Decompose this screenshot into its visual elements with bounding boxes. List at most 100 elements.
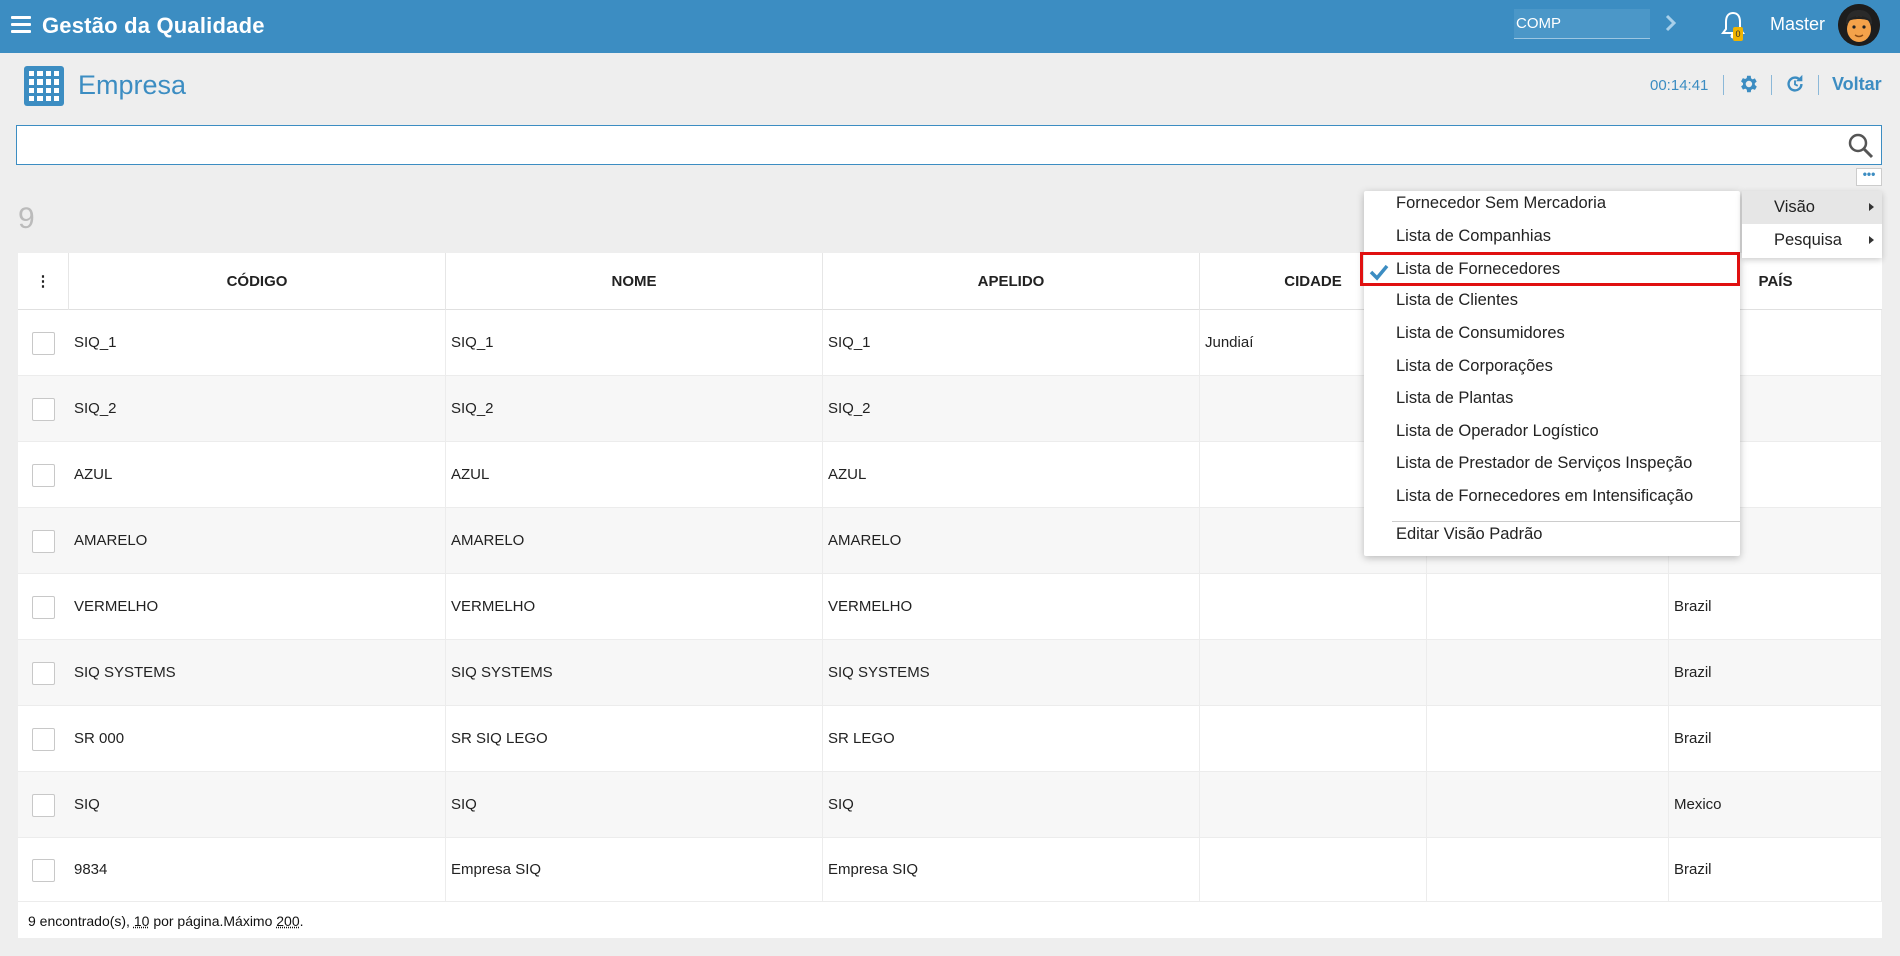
row-checkbox[interactable]: [32, 529, 55, 553]
visao-option[interactable]: Lista de Corporações: [1396, 357, 1553, 376]
cell-apelido: Empresa SIQ: [823, 838, 1200, 901]
menu-icon[interactable]: [11, 16, 31, 34]
cell-pais: Brazil: [1669, 574, 1882, 639]
per-page-link[interactable]: 10: [134, 913, 150, 929]
divider: [1723, 75, 1724, 95]
cell-codigo: AMARELO: [69, 508, 446, 573]
cell-nome: AZUL: [446, 442, 823, 507]
cell-codigo: SIQ_2: [69, 376, 446, 441]
cell-apelido: SIQ: [823, 772, 1200, 837]
cell-estado: [1427, 574, 1669, 639]
top-bar: Gestão da Qualidade COMP 0 Master: [0, 0, 1900, 53]
divider: [1771, 75, 1772, 95]
search-input[interactable]: [17, 126, 1817, 162]
row-checkbox[interactable]: [32, 331, 55, 355]
cell-nome: AMARELO: [446, 508, 823, 573]
cell-nome: SIQ_2: [446, 376, 823, 441]
session-timer: 00:14:41: [1650, 77, 1709, 94]
cell-estado: [1427, 838, 1669, 901]
building-icon: [24, 66, 64, 106]
row-checkbox[interactable]: [32, 463, 55, 487]
pagination-info: 9 encontrado(s), 10 por página.Máximo 20…: [28, 913, 304, 929]
visao-option[interactable]: Lista de Prestador de Serviços Inspeção: [1396, 454, 1692, 473]
visao-option[interactable]: Fornecedor Sem Mercadoria: [1396, 194, 1606, 213]
results-count: 9: [18, 202, 35, 235]
cell-pais: Brazil: [1669, 838, 1882, 901]
visao-option[interactable]: Lista de Fornecedores em Intensificação: [1396, 487, 1693, 506]
cell-apelido: AMARELO: [823, 508, 1200, 573]
notification-badge: 0: [1733, 27, 1743, 41]
visao-dropdown: Fornecedor Sem Mercadoria Lista de Compan…: [1360, 191, 1740, 556]
cell-codigo: SIQ SYSTEMS: [69, 640, 446, 705]
table-row[interactable]: SIQ SIQ SIQ Mexico: [18, 772, 1882, 838]
gear-icon[interactable]: [1737, 73, 1759, 95]
cell-cidade: [1200, 772, 1427, 837]
menu-divider: [1392, 521, 1740, 522]
search-icon[interactable]: [1847, 132, 1875, 160]
cell-codigo: AZUL: [69, 442, 446, 507]
cell-pais: Brazil: [1669, 640, 1882, 705]
app-title: Gestão da Qualidade: [42, 13, 265, 38]
back-link[interactable]: Voltar: [1832, 74, 1882, 95]
edit-default-view[interactable]: Editar Visão Padrão: [1396, 525, 1542, 544]
context-submenu: Visão Pesquisa: [1742, 191, 1882, 258]
cell-codigo: SIQ_1: [69, 310, 446, 375]
avatar[interactable]: [1838, 4, 1880, 46]
cell-nome: Empresa SIQ: [446, 838, 823, 901]
cell-apelido: SR LEGO: [823, 706, 1200, 771]
cell-cidade: [1200, 706, 1427, 771]
cell-codigo: SIQ: [69, 772, 446, 837]
company-field[interactable]: COMP: [1514, 9, 1650, 39]
refresh-icon[interactable]: [1784, 73, 1806, 95]
cell-codigo: VERMELHO: [69, 574, 446, 639]
more-options-button[interactable]: •••: [1856, 168, 1882, 186]
cell-apelido: SIQ_2: [823, 376, 1200, 441]
column-header-apelido[interactable]: APELIDO: [823, 253, 1200, 310]
row-checkbox[interactable]: [32, 793, 55, 817]
cell-apelido: AZUL: [823, 442, 1200, 507]
max-link[interactable]: 200: [276, 913, 299, 929]
visao-option[interactable]: Lista de Clientes: [1396, 291, 1518, 310]
footer-end: .: [299, 913, 304, 929]
column-options-icon[interactable]: ⋮: [18, 253, 69, 310]
visao-option[interactable]: Lista de Plantas: [1396, 389, 1513, 408]
check-icon: [1369, 264, 1389, 281]
submenu-visao-label: Visão: [1774, 198, 1815, 216]
chevron-right-icon[interactable]: [1664, 12, 1678, 34]
visao-option[interactable]: Lista de Operador Logístico: [1396, 422, 1599, 441]
caret-right-icon: [1869, 203, 1874, 211]
cell-nome: SIQ: [446, 772, 823, 837]
cell-estado: [1427, 640, 1669, 705]
row-checkbox[interactable]: [32, 397, 55, 421]
visao-option[interactable]: Lista de Consumidores: [1396, 324, 1565, 343]
visao-option[interactable]: Lista de Companhias: [1396, 227, 1551, 246]
page-title: Empresa: [78, 70, 187, 100]
table-row[interactable]: 9834 Empresa SIQ Empresa SIQ Brazil: [18, 838, 1882, 902]
cell-cidade: [1200, 838, 1427, 901]
row-checkbox[interactable]: [32, 661, 55, 685]
cell-apelido: VERMELHO: [823, 574, 1200, 639]
cell-cidade: [1200, 574, 1427, 639]
search-box: [16, 125, 1882, 165]
cell-apelido: SIQ SYSTEMS: [823, 640, 1200, 705]
cell-nome: SIQ_1: [446, 310, 823, 375]
cell-nome: SIQ SYSTEMS: [446, 640, 823, 705]
row-checkbox[interactable]: [32, 595, 55, 619]
per-page-text: por página.Máximo: [153, 913, 273, 929]
user-name[interactable]: Master: [1770, 14, 1825, 35]
cell-estado: [1427, 772, 1669, 837]
cell-cidade: [1200, 640, 1427, 705]
submenu-visao[interactable]: Visão: [1742, 191, 1882, 224]
cell-codigo: SR 000: [69, 706, 446, 771]
table-row[interactable]: SR 000 SR SIQ LEGO SR LEGO Brazil: [18, 706, 1882, 772]
row-checkbox[interactable]: [32, 858, 55, 882]
column-header-nome[interactable]: NOME: [446, 253, 823, 310]
table-row[interactable]: SIQ SYSTEMS SIQ SYSTEMS SIQ SYSTEMS Brazil: [18, 640, 1882, 706]
cell-nome: VERMELHO: [446, 574, 823, 639]
column-header-codigo[interactable]: CÓDIGO: [69, 253, 446, 310]
visao-option[interactable]: Lista de Fornecedores: [1396, 260, 1560, 279]
submenu-pesquisa[interactable]: Pesquisa: [1742, 224, 1882, 257]
cell-apelido: SIQ_1: [823, 310, 1200, 375]
row-checkbox[interactable]: [32, 727, 55, 751]
table-row[interactable]: VERMELHO VERMELHO VERMELHO Brazil: [18, 574, 1882, 640]
